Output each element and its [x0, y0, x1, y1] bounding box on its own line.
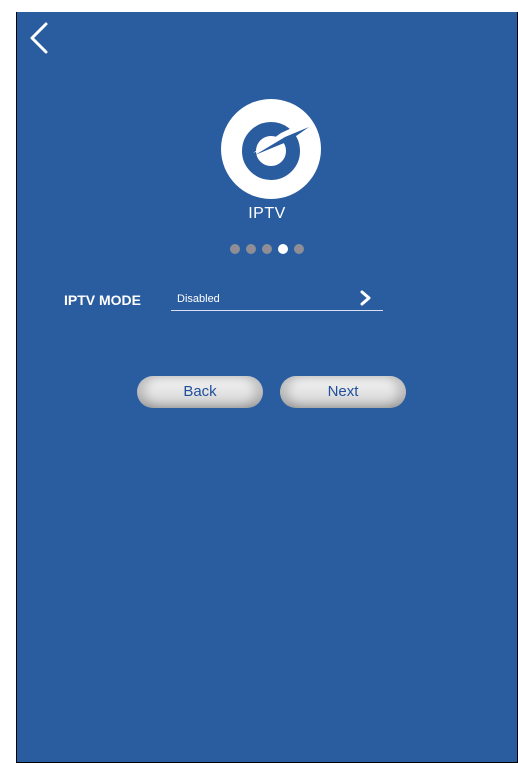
page-title: IPTV	[248, 205, 286, 222]
iptv-mode-label: IPTV MODE	[64, 292, 142, 308]
chevron-left-icon	[30, 22, 48, 54]
iptv-mode-value: Disabled	[177, 293, 220, 305]
wizard-screen: IPTV IPTV MODE Disabled Back Next	[16, 12, 518, 763]
step-dot-3	[262, 244, 272, 254]
step-dot-5	[294, 244, 304, 254]
next-button[interactable]: Next	[280, 376, 406, 408]
power-e-logo-icon	[219, 97, 323, 201]
step-indicator	[16, 244, 518, 254]
step-dot-1	[230, 244, 240, 254]
chevron-right-icon	[360, 290, 371, 306]
iptv-mode-select[interactable]: Disabled	[171, 284, 383, 311]
step-dot-4-active	[278, 244, 288, 254]
step-dot-2	[246, 244, 256, 254]
app-frame: IPTV IPTV MODE Disabled Back Next	[0, 0, 518, 763]
back-button[interactable]: Back	[137, 376, 263, 408]
back-arrow-button[interactable]	[24, 18, 54, 58]
